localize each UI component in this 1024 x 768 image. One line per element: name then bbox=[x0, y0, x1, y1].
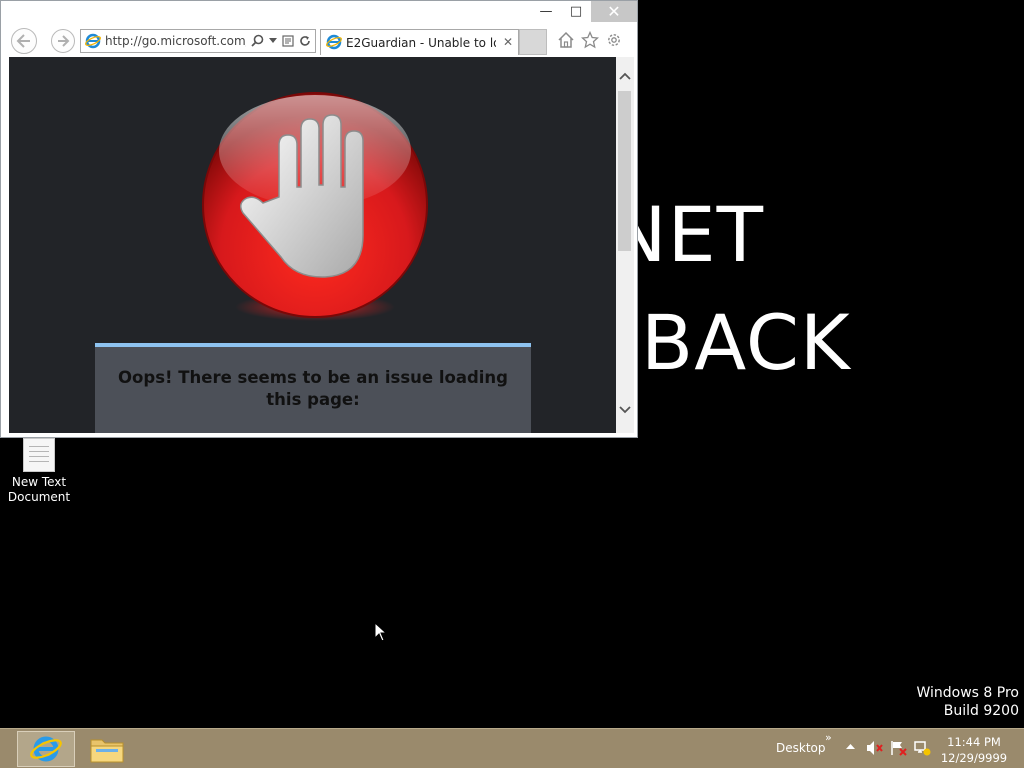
show-hidden-icons-icon[interactable] bbox=[846, 743, 855, 749]
minimize-button[interactable]: — bbox=[531, 1, 561, 22]
taskbar-internet-explorer-button[interactable] bbox=[17, 731, 75, 767]
tools-gear-icon[interactable] bbox=[605, 31, 623, 49]
home-icon[interactable] bbox=[557, 31, 575, 49]
page-viewport: Oops! There seems to be an issue loading… bbox=[9, 57, 616, 433]
volume-muted-icon[interactable] bbox=[866, 740, 884, 756]
tab-close-icon[interactable]: ✕ bbox=[503, 35, 513, 49]
dropdown-arrow-icon[interactable] bbox=[269, 37, 277, 44]
close-icon: ✕ bbox=[607, 2, 621, 21]
action-center-flag-icon[interactable] bbox=[890, 740, 908, 756]
compatibility-view-icon[interactable] bbox=[282, 34, 294, 47]
file-explorer-folder-icon bbox=[90, 739, 124, 763]
tab-title: E2Guardian - Unable to loa... bbox=[346, 36, 496, 50]
error-panel: Oops! There seems to be an issue loading… bbox=[95, 343, 531, 433]
scrollbar-thumb[interactable] bbox=[618, 91, 631, 251]
system-clock[interactable]: 11:44 PM 12/29/9999 bbox=[935, 734, 1013, 766]
new-tab-button[interactable] bbox=[519, 29, 547, 55]
command-icons bbox=[557, 31, 623, 49]
search-icon[interactable] bbox=[251, 34, 264, 47]
navigation-bar: http://go.microsoft.com/f E2Guardian - U… bbox=[1, 23, 637, 57]
back-button[interactable] bbox=[11, 28, 37, 54]
taskbar: Desktop » 11:44 PM 12/29/9999 bbox=[0, 728, 1024, 768]
desktop-icon-new-text-document[interactable]: New Text Document bbox=[4, 438, 74, 505]
back-arrow-icon bbox=[16, 34, 30, 48]
desktop-toolbar-label[interactable]: Desktop bbox=[776, 741, 826, 755]
forward-button[interactable] bbox=[51, 29, 75, 53]
internet-explorer-tab-icon bbox=[326, 34, 342, 54]
scroll-down-arrow-icon[interactable] bbox=[619, 405, 631, 415]
os-version-watermark: Windows 8 Pro Build 9200 bbox=[916, 684, 1019, 720]
maximize-icon: □ bbox=[569, 4, 583, 19]
window-caption-buttons: — □ ✕ bbox=[531, 1, 637, 22]
close-window-button[interactable]: ✕ bbox=[591, 1, 637, 22]
scroll-up-arrow-icon[interactable] bbox=[619, 71, 631, 81]
toolbar-chevron-icon[interactable]: » bbox=[825, 731, 832, 744]
text-document-icon bbox=[23, 438, 55, 472]
network-icon[interactable] bbox=[913, 740, 931, 756]
forward-arrow-icon bbox=[58, 35, 70, 47]
clock-date: 12/29/9999 bbox=[940, 751, 1008, 765]
minimize-icon: — bbox=[539, 4, 553, 19]
address-bar-tools bbox=[251, 34, 311, 47]
internet-explorer-page-icon bbox=[85, 33, 101, 53]
error-heading: Oops! There seems to be an issue loading… bbox=[118, 368, 508, 409]
clock-time: 11:44 PM bbox=[947, 735, 1001, 749]
refresh-icon[interactable] bbox=[299, 35, 311, 47]
mouse-pointer-icon bbox=[374, 622, 388, 642]
internet-explorer-icon bbox=[30, 736, 62, 762]
internet-explorer-window[interactable]: — □ ✕ http://go.microsoft.com/f E2Guardi… bbox=[0, 0, 638, 438]
desktop-icon-label: New Text Document bbox=[7, 475, 71, 504]
taskbar-file-explorer-button[interactable] bbox=[84, 731, 130, 767]
vertical-scrollbar[interactable] bbox=[616, 57, 634, 433]
favorites-star-icon[interactable] bbox=[581, 31, 599, 49]
maximize-button[interactable]: □ bbox=[561, 1, 591, 22]
os-edition: Windows 8 Pro bbox=[916, 685, 1019, 701]
desktop: RNET G BACK New Text Document Windows 8 … bbox=[0, 0, 1024, 728]
tab-e2guardian[interactable]: E2Guardian - Unable to loa... ✕ bbox=[320, 29, 519, 55]
stop-hand-icon bbox=[195, 85, 435, 329]
url-text[interactable]: http://go.microsoft.com/f bbox=[105, 34, 246, 48]
os-build: Build 9200 bbox=[943, 703, 1019, 719]
address-bar[interactable]: http://go.microsoft.com/f bbox=[80, 29, 316, 53]
